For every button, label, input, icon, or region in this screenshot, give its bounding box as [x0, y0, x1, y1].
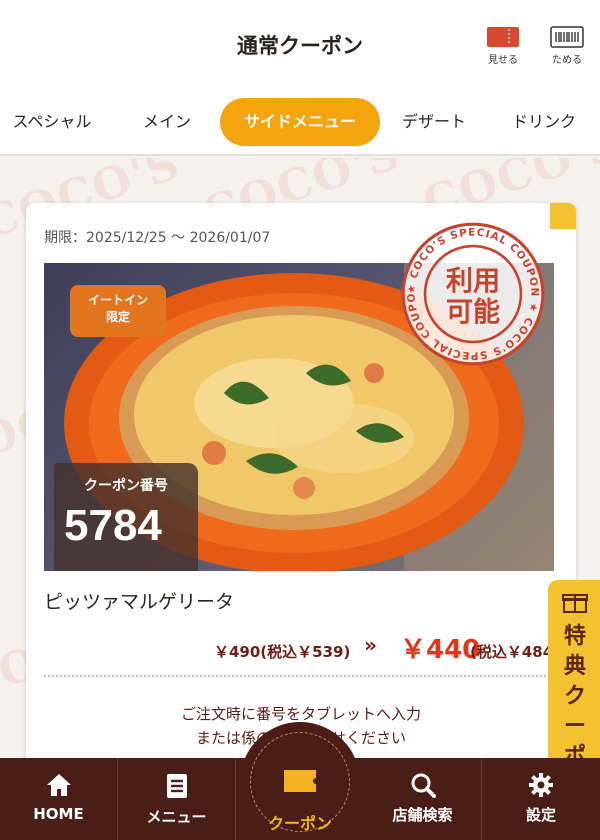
instruction-line1: ご注文時に番号をタブレットへ入力 [180, 705, 421, 723]
tab-special[interactable]: スペシャル [6, 98, 98, 146]
nav-home[interactable]: HOME [0, 758, 118, 840]
home-icon [46, 774, 71, 796]
show-button[interactable]: 見せる [476, 26, 530, 66]
coupon-number-box: クーポン番号 5784 [54, 463, 198, 571]
side-tab-label: 特典クーポ [563, 624, 586, 769]
regular-price: ￥490(税込￥539) [214, 643, 351, 661]
nav-coupon-label: クーポン [267, 814, 332, 833]
nav-settings[interactable]: 設定 [482, 758, 600, 840]
app-header: 通常クーポン 見せる ためる [0, 0, 600, 92]
divider [44, 675, 554, 677]
barcode-card-icon [550, 26, 584, 48]
nav-settings-label: 設定 [525, 806, 556, 824]
tab-dessert[interactable]: デザート [396, 98, 472, 146]
item-name: ピッツァマルゲリータ [44, 591, 235, 613]
coupon-card[interactable]: 期限：2025/12/25 〜 2026/01/07 イートイン 限定 クーポン… [26, 203, 576, 803]
price-row: ￥490(税込￥539) » ￥440 (税込￥484) [214, 629, 576, 669]
tab-drink[interactable]: ドリンク [504, 98, 584, 146]
tab-main[interactable]: メイン [130, 98, 204, 146]
stamp-line2: 可能 [446, 296, 500, 328]
eat-in-label: イートイン [87, 293, 148, 307]
coupon-number-label: クーポン番号 [84, 478, 168, 494]
ticket-icon [487, 27, 519, 47]
show-label: 見せる [488, 55, 518, 66]
gear-icon [529, 773, 553, 797]
coupon-ticket-icon [284, 770, 316, 792]
stamp-line1: 利用 [446, 266, 500, 297]
arrow-icon: » [364, 633, 377, 657]
usable-stamp: ★ COCO'S SPECIAL COUPON ★ COCO'S SPECIAL… [400, 221, 545, 366]
save-label: ためる [552, 55, 582, 66]
nav-home-label: HOME [33, 805, 84, 823]
coupon-price-tax: (税込￥484) [470, 643, 561, 661]
nav-store-search[interactable]: 店舗検索 [364, 758, 482, 840]
special-coupon-side-tab[interactable]: 特典クーポ [548, 580, 600, 780]
limited-label: 限定 [105, 310, 130, 324]
coupon-number: 5784 [64, 501, 162, 550]
coupon-period: 期限：2025/12/25 〜 2026/01/07 [44, 230, 271, 246]
corner-tag [550, 203, 576, 229]
nav-coupon[interactable]: クーポン [240, 722, 360, 840]
gift-icon [562, 594, 588, 613]
nav-menu[interactable]: メニュー [118, 758, 236, 840]
nav-menu-label: メニュー [146, 808, 207, 826]
menu-list-icon [166, 774, 187, 798]
tab-side-menu[interactable]: サイドメニュー [220, 98, 380, 146]
nav-store-label: 店舗検索 [392, 806, 453, 824]
coupon-price: ￥440 [400, 635, 481, 665]
search-icon [411, 773, 436, 798]
eat-in-only-badge: イートイン 限定 [70, 285, 166, 337]
category-tabs: スペシャル メイン サイドメニュー デザート ドリンク [0, 92, 600, 156]
save-points-button[interactable]: ためる [540, 26, 594, 66]
